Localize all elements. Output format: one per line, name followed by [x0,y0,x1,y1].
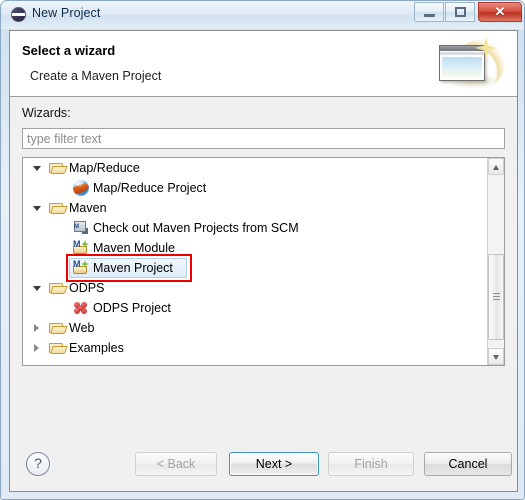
tree-item-maven-module[interactable]: M Maven Module [23,238,488,258]
finish-button[interactable]: Finish [328,452,414,476]
footer-divider [10,429,517,430]
tree-item-map-reduce-project[interactable]: Map/Reduce Project [23,178,488,198]
close-icon: ✕ [494,4,506,19]
tree-item-label: Web [69,321,95,335]
chevron-right-icon[interactable] [33,344,42,353]
folder-icon [49,320,68,336]
tree-item-label: Check out Maven Projects from SCM [93,221,299,235]
folder-icon [49,200,68,216]
back-button[interactable]: < Back [135,452,217,476]
tree-item-maven-project[interactable]: M Maven Project [23,258,488,278]
new-project-dialog-window: New Project ✕ Select a wizard Create a M… [0,0,525,500]
scrollbar-thumb[interactable] [488,254,504,340]
odps-icon [73,300,89,316]
folder-icon [49,160,68,176]
title-bar: New Project ✕ [1,1,524,29]
dialog-body: Select a wizard Create a Maven Project W… [9,30,518,492]
filter-input[interactable] [22,128,505,149]
tree-item-web[interactable]: Web [23,318,488,338]
maven-icon: M [73,239,89,256]
maximize-button[interactable] [445,2,475,22]
close-button[interactable]: ✕ [478,2,522,22]
tree-item-label: Maven Module [93,241,175,255]
globe-icon [73,180,89,196]
page-title: Select a wizard [22,43,116,58]
tree-item-odps-project[interactable]: ODPS Project [23,298,488,318]
tree-vertical-scrollbar[interactable] [487,158,504,365]
tree-item-label: ODPS [69,281,105,295]
tree-item-label: ODPS Project [93,301,171,315]
wizard-tree[interactable]: Map/Reduce Map/Reduce Project Maven M Check … [23,158,488,365]
tree-item-odps[interactable]: ODPS [23,278,488,298]
tree-item-check-out-maven-projects-from-scm[interactable]: M Check out Maven Projects from SCM [23,218,488,238]
tree-item-label: Map/Reduce Project [93,181,207,195]
eclipse-icon [11,7,26,22]
cancel-button[interactable]: Cancel [424,452,512,476]
chevron-right-icon[interactable] [33,324,42,333]
wizard-banner-icon [435,35,507,95]
scroll-up-arrow[interactable] [488,158,504,175]
next-button[interactable]: Next > [229,452,319,476]
tree-item-label: Maven [69,201,107,215]
chevron-down-icon[interactable] [33,284,42,293]
tree-item-map-reduce[interactable]: Map/Reduce [23,158,488,178]
wizards-label: Wizards: [22,106,71,120]
chevron-down-icon[interactable] [33,164,42,173]
maven-icon: M [73,259,89,276]
tree-item-label: Map/Reduce [69,161,140,175]
scroll-down-arrow[interactable] [488,348,504,365]
scm-checkout-icon: M [73,220,89,236]
minimize-button[interactable] [414,2,444,22]
wizard-header: Select a wizard Create a Maven Project [10,31,517,97]
folder-icon [49,340,68,356]
tree-item-label: Examples [69,341,124,355]
chevron-down-icon[interactable] [33,204,42,213]
tree-item-label: Maven Project [93,261,173,275]
page-subtitle: Create a Maven Project [30,69,162,83]
window-title: New Project [32,6,101,20]
folder-icon [49,280,68,296]
wizard-tree-panel: Map/Reduce Map/Reduce Project Maven M Check … [22,157,505,366]
tree-item-examples[interactable]: Examples [23,338,488,358]
tree-item-maven[interactable]: Maven [23,198,488,218]
help-icon[interactable]: ? [26,452,50,476]
